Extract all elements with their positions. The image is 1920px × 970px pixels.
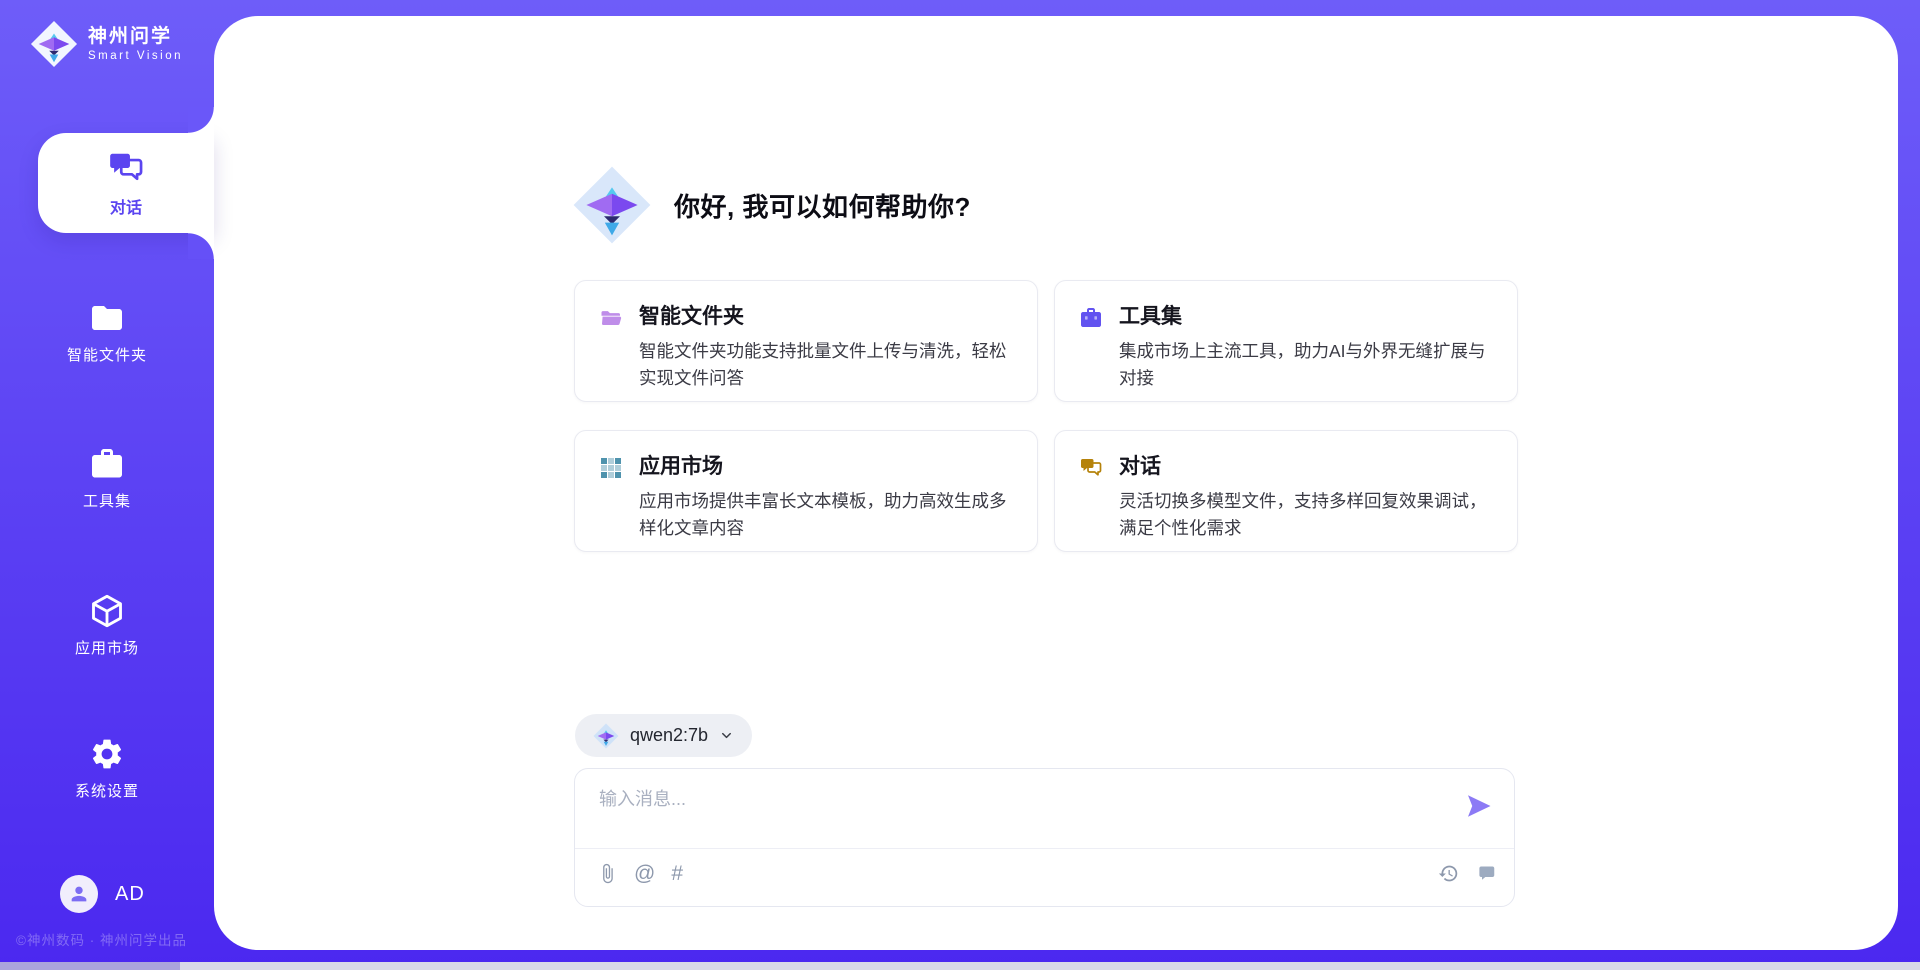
- brand-name: 神州问学: [88, 26, 183, 49]
- sidebar-item-label: 应用市场: [0, 637, 214, 658]
- card-title: 工具集: [1119, 305, 1497, 328]
- greeting-logo-icon: [572, 165, 652, 245]
- user-initials: AD: [115, 883, 145, 906]
- composer-divider: [575, 848, 1514, 849]
- card-description: 应用市场提供丰富长文本模板，助力高效生成多样化文章内容: [639, 488, 1017, 541]
- sidebar: 神州问学 Smart Vision 对话 智能文件夹 工具集 应用市场 系统设置…: [0, 0, 214, 970]
- main-panel: 你好, 我可以如何帮助你? 智能文件夹 智能文件夹功能支持批量文件上传与清洗，轻…: [214, 16, 1898, 950]
- card-app-market[interactable]: 应用市场 应用市场提供丰富长文本模板，助力高效生成多样化文章内容: [574, 430, 1038, 552]
- message-composer: @ #: [574, 768, 1515, 907]
- horizontal-scrollbar[interactable]: [0, 962, 1920, 970]
- history-button[interactable]: [1438, 863, 1459, 884]
- user-profile[interactable]: AD: [60, 875, 145, 913]
- send-button[interactable]: [1464, 791, 1494, 821]
- card-smart-folders[interactable]: 智能文件夹 智能文件夹功能支持批量文件上传与清洗，轻松实现文件问答: [574, 280, 1038, 402]
- card-title: 应用市场: [639, 455, 1017, 478]
- gear-icon: [89, 736, 125, 772]
- hashtag-button[interactable]: #: [671, 863, 683, 884]
- briefcase-icon: [1079, 306, 1103, 330]
- sidebar-item-chat[interactable]: 对话: [38, 133, 214, 233]
- card-description: 灵活切换多模型文件，支持多样回复效果调试，满足个性化需求: [1119, 488, 1497, 541]
- card-title: 对话: [1119, 455, 1497, 478]
- card-description: 智能文件夹功能支持批量文件上传与清洗，轻松实现文件问答: [639, 338, 1017, 391]
- mention-button[interactable]: @: [634, 863, 655, 884]
- tab-curve-bottom: [188, 233, 214, 259]
- sidebar-item-smart-folders[interactable]: 智能文件夹: [0, 300, 214, 365]
- message-input[interactable]: [599, 785, 1419, 839]
- quick-chat-button[interactable]: [1475, 863, 1496, 884]
- sidebar-item-toolset[interactable]: 工具集: [0, 446, 214, 511]
- scrollbar-thumb[interactable]: [0, 962, 180, 970]
- sidebar-item-app-market[interactable]: 应用市场: [0, 593, 214, 658]
- sidebar-item-settings[interactable]: 系统设置: [0, 736, 214, 801]
- sidebar-item-label: 工具集: [0, 490, 214, 511]
- model-selector[interactable]: qwen2:7b: [575, 714, 752, 757]
- send-icon: [1464, 791, 1494, 821]
- model-logo-icon: [593, 723, 619, 749]
- history-icon: [1438, 863, 1459, 884]
- card-toolset[interactable]: 工具集 集成市场上主流工具，助力AI与外界无缝扩展与对接: [1054, 280, 1518, 402]
- hash-icon: #: [671, 863, 683, 884]
- sidebar-item-label: 系统设置: [0, 780, 214, 801]
- paperclip-icon: [597, 863, 618, 884]
- card-title: 智能文件夹: [639, 305, 1017, 328]
- model-name: qwen2:7b: [630, 725, 708, 746]
- grid-icon: [599, 456, 623, 480]
- chat-bubble-icon: [1475, 863, 1496, 884]
- folder-icon: [89, 300, 125, 336]
- brand-logo-icon: [30, 20, 78, 68]
- person-icon: [68, 883, 90, 905]
- sidebar-item-label: 智能文件夹: [0, 344, 214, 365]
- copyright-text: ©神州数码 · 神州问学出品: [16, 929, 187, 949]
- brand-subtitle: Smart Vision: [88, 50, 183, 62]
- avatar[interactable]: [60, 875, 98, 913]
- briefcase-icon: [89, 446, 125, 482]
- page-title: 你好, 我可以如何帮助你?: [674, 187, 971, 224]
- brand-logo: 神州问学 Smart Vision: [30, 20, 183, 68]
- greeting: 你好, 我可以如何帮助你?: [572, 165, 971, 245]
- chevron-down-icon: [719, 728, 734, 743]
- at-icon: @: [634, 863, 655, 884]
- chat-icon: [107, 149, 145, 187]
- chat-icon: [1079, 456, 1103, 480]
- tab-curve-top: [188, 107, 214, 133]
- sidebar-item-label: 对话: [110, 194, 142, 218]
- card-description: 集成市场上主流工具，助力AI与外界无缝扩展与对接: [1119, 338, 1497, 391]
- feature-cards: 智能文件夹 智能文件夹功能支持批量文件上传与清洗，轻松实现文件问答 工具集 集成…: [574, 280, 1518, 552]
- attach-button[interactable]: [597, 863, 618, 884]
- card-chat[interactable]: 对话 灵活切换多模型文件，支持多样回复效果调试，满足个性化需求: [1054, 430, 1518, 552]
- folder-open-icon: [599, 306, 623, 330]
- cube-icon: [89, 593, 125, 629]
